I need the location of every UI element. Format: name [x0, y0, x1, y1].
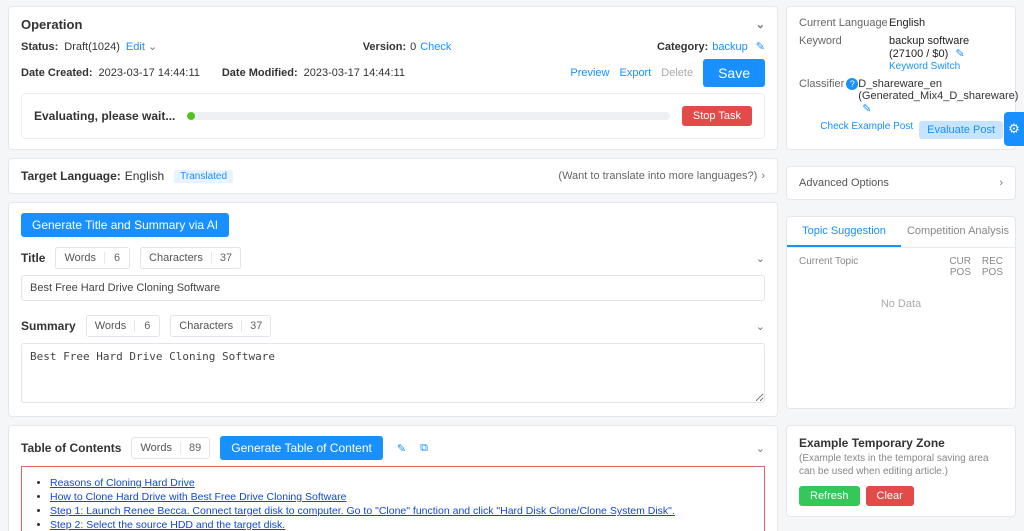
refresh-button[interactable]: Refresh [799, 486, 860, 506]
classifier-value-2: (Generated_Mix4_D_shareware) [858, 90, 1018, 102]
edit-icon[interactable]: ✎ [862, 103, 871, 115]
chevron-down-icon[interactable]: ⌄ [756, 18, 765, 31]
translate-more-link[interactable]: (Want to translate into more languages?) [558, 170, 757, 182]
generate-ai-button[interactable]: Generate Title and Summary via AI [21, 213, 229, 237]
target-lang-value: English [125, 169, 164, 183]
zone-desc: (Example texts in the temporal saving ar… [799, 452, 1003, 478]
toc-item: Step 1: Launch Renee Becca. Connect targ… [50, 505, 754, 517]
stop-task-button[interactable]: Stop Task [682, 106, 752, 126]
date-modified-value: 2023-03-17 14:44:11 [304, 67, 405, 79]
generate-toc-button[interactable]: Generate Table of Content [220, 436, 383, 460]
save-button[interactable]: Save [703, 59, 765, 87]
chevron-down-icon[interactable]: ⌄ [756, 442, 765, 455]
date-created-value: 2023-03-17 14:44:11 [99, 67, 200, 79]
version-label: Version: [363, 41, 406, 53]
col-cur: CURPOS [939, 256, 971, 278]
classifier-label: Classifier [799, 78, 844, 90]
lang-label: Current Language [799, 17, 889, 29]
tab-competition-analysis[interactable]: Competition Analysis [901, 217, 1015, 247]
classifier-value-1: D_shareware_en [858, 78, 942, 90]
evaluate-post-button[interactable]: Evaluate Post [919, 121, 1003, 139]
clear-button[interactable]: Clear [866, 486, 914, 506]
check-link[interactable]: Check [420, 41, 451, 53]
edit-icon[interactable]: ✎ [397, 442, 406, 455]
version-value: 0 [410, 41, 416, 53]
delete-link[interactable]: Delete [661, 67, 693, 79]
copy-icon[interactable]: ⧉ [420, 442, 428, 455]
advanced-label: Advanced Options [799, 177, 889, 189]
info-panel: Current Language English Keyword backup … [786, 6, 1016, 150]
summary-words-counter: Words6 [86, 315, 161, 337]
temp-zone-panel: Example Temporary Zone (Example texts in… [786, 425, 1016, 517]
topic-panel: Topic Suggestion Competition Analysis Cu… [786, 216, 1016, 409]
no-data-text: No Data [799, 278, 1003, 330]
progress-bar [187, 112, 670, 120]
summary-textarea[interactable] [21, 343, 765, 403]
edit-link[interactable]: Edit ⌄ [126, 40, 157, 53]
category-label: Category: [657, 41, 708, 53]
check-example-link[interactable]: Check Example Post [820, 121, 913, 139]
preview-link[interactable]: Preview [570, 67, 609, 79]
date-created-label: Date Created: [21, 67, 93, 79]
toc-item: Reasons of Cloning Hard Drive [50, 477, 754, 489]
toc-item: Step 2: Select the source HDD and the ta… [50, 519, 754, 531]
edit-icon[interactable]: ✎ [955, 48, 964, 60]
export-link[interactable]: Export [619, 67, 651, 79]
toc-words-counter: Words89 [131, 437, 210, 459]
gear-icon[interactable]: ⚙ [1004, 112, 1024, 146]
tab-topic-suggestion[interactable]: Topic Suggestion [787, 217, 901, 247]
operation-panel: Operation ⌄ Status: Draft(1024) Edit ⌄ V… [8, 6, 778, 150]
category-value[interactable]: backup [712, 41, 747, 53]
date-modified-label: Date Modified: [222, 67, 298, 79]
title-chars-counter: Characters37 [140, 247, 241, 269]
chevron-down-icon[interactable]: ⌄ [756, 252, 765, 265]
toc-label: Table of Contents [21, 441, 121, 455]
summary-chars-counter: Characters37 [170, 315, 271, 337]
keyword-label: Keyword [799, 35, 889, 72]
operation-title: Operation [21, 17, 82, 32]
title-input[interactable] [21, 275, 765, 301]
chevron-right-icon[interactable]: › [761, 170, 765, 182]
col-rec: RECPOS [971, 256, 1003, 278]
toc-box: Reasons of Cloning Hard Drive How to Clo… [21, 466, 765, 531]
toc-panel: Table of Contents Words89 Generate Table… [8, 425, 778, 531]
title-words-counter: Words6 [55, 247, 130, 269]
zone-title: Example Temporary Zone [799, 436, 1003, 450]
chevron-right-icon: › [999, 177, 1003, 189]
keyword-switch-link[interactable]: Keyword Switch [889, 61, 960, 72]
content-panel: Generate Title and Summary via AI Title … [8, 202, 778, 417]
help-icon[interactable]: ? [846, 78, 858, 90]
current-topic-label: Current Topic [799, 256, 939, 278]
toc-item: How to Clone Hard Drive with Best Free D… [50, 491, 754, 503]
target-language-panel: Target Language: English Translated (Wan… [8, 158, 778, 194]
lang-value: English [889, 17, 1003, 29]
translated-tag: Translated [174, 170, 233, 183]
summary-label: Summary [21, 319, 76, 333]
edit-icon[interactable]: ✎ [756, 40, 765, 53]
chevron-down-icon[interactable]: ⌄ [756, 320, 765, 333]
title-label: Title [21, 251, 45, 265]
status-value: Draft(1024) [64, 41, 120, 53]
progress-row: Evaluating, please wait... Stop Task [21, 93, 765, 139]
advanced-panel[interactable]: Advanced Options › [786, 166, 1016, 200]
evaluating-text: Evaluating, please wait... [34, 109, 175, 123]
target-lang-label: Target Language: [21, 169, 121, 183]
status-label: Status: [21, 41, 58, 53]
